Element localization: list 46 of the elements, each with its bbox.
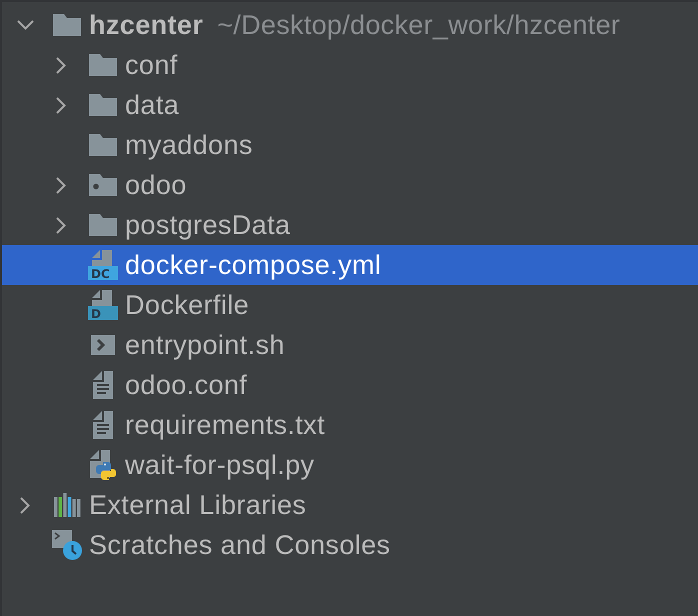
chevron-right-icon[interactable] xyxy=(20,496,30,514)
tree-row[interactable]: wait-for-psql.py xyxy=(2,445,698,485)
folder-name: data xyxy=(125,89,180,122)
tree-row[interactable]: D Dockerfile xyxy=(2,285,698,325)
folder-icon xyxy=(89,134,117,156)
python-file-icon xyxy=(90,450,116,480)
file-name: docker-compose.yml xyxy=(125,249,382,282)
project-name: hzcenter xyxy=(89,9,204,42)
file-name: entrypoint.sh xyxy=(125,329,285,362)
file-name: requirements.txt xyxy=(125,409,325,442)
tree-row[interactable]: hzcenter ~/Desktop/docker_work/hzcenter xyxy=(2,5,698,45)
terminal-icon xyxy=(91,335,115,355)
tree-node-label: Scratches and Consoles xyxy=(89,529,390,562)
tree-row[interactable]: odoo xyxy=(2,165,698,205)
chevron-right-icon[interactable] xyxy=(56,216,66,234)
tree-row[interactable]: requirements.txt xyxy=(2,405,698,445)
tree-row[interactable]: entrypoint.sh xyxy=(2,325,698,365)
folder-icon xyxy=(89,214,117,236)
console-clock-icon xyxy=(52,530,82,560)
chevron-right-icon[interactable] xyxy=(56,96,66,114)
tree-row[interactable]: data xyxy=(2,85,698,125)
folder-icon xyxy=(53,14,81,36)
chevron-down-icon[interactable] xyxy=(16,20,34,30)
text-file-icon xyxy=(93,371,113,399)
folder-name: odoo xyxy=(125,169,187,202)
tree-row[interactable]: Scratches and Consoles xyxy=(2,525,698,565)
file-name: odoo.conf xyxy=(125,369,248,402)
chevron-right-icon[interactable] xyxy=(56,176,66,194)
tree-row[interactable]: conf xyxy=(2,45,698,85)
tree-row[interactable]: postgresData xyxy=(2,205,698,245)
tree-row[interactable]: odoo.conf xyxy=(2,365,698,405)
file-name: wait-for-psql.py xyxy=(125,449,314,482)
tree-node-label: External Libraries xyxy=(89,489,306,522)
library-bars-icon xyxy=(54,493,80,517)
folder-icon xyxy=(89,94,117,116)
folder-icon xyxy=(89,54,117,76)
chevron-right-icon[interactable] xyxy=(56,56,66,74)
folder-name: postgresData xyxy=(125,209,290,242)
folder-name: conf xyxy=(125,49,178,82)
project-path: ~/Desktop/docker_work/hzcenter xyxy=(217,9,620,42)
text-file-icon xyxy=(93,411,113,439)
tree-row[interactable]: DC docker-compose.yml xyxy=(2,245,698,285)
tree-row[interactable]: External Libraries xyxy=(2,485,698,525)
file-name: Dockerfile xyxy=(125,289,250,322)
folder-name: myaddons xyxy=(125,129,253,162)
tree-row[interactable]: myaddons xyxy=(2,125,698,165)
